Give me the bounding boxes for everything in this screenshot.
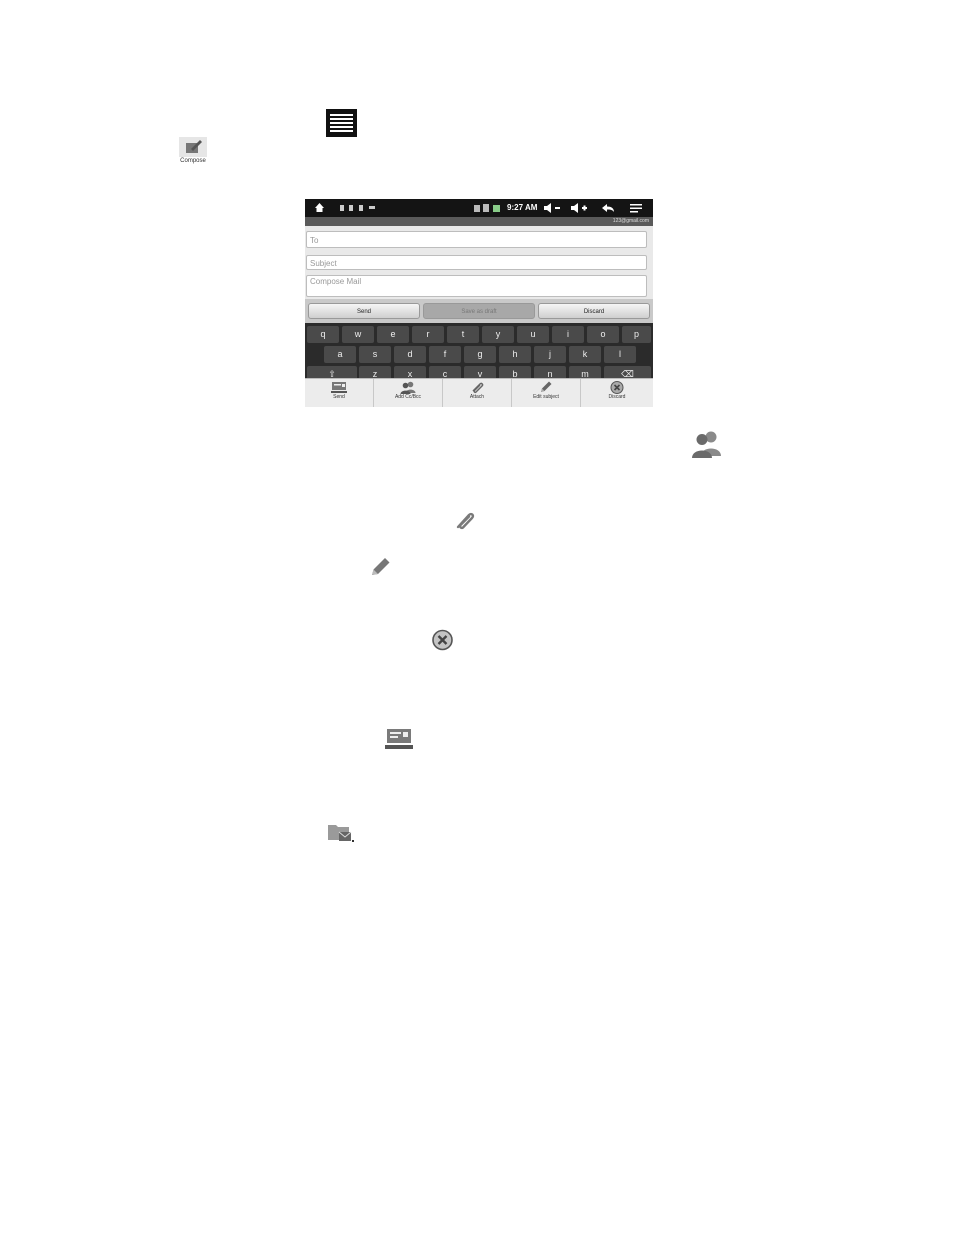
option-edit-subject-label: Edit subject — [533, 394, 559, 400]
key-j[interactable]: j — [534, 346, 566, 363]
key-p[interactable]: p — [622, 326, 651, 343]
pencil-icon — [541, 381, 552, 392]
key-g[interactable]: g — [464, 346, 496, 363]
subject-field[interactable]: Subject — [306, 255, 647, 270]
to-placeholder: To — [310, 236, 319, 245]
menu-button-icon[interactable] — [630, 204, 642, 213]
key-q[interactable]: q — [307, 326, 339, 343]
compose-label: Compose — [180, 158, 206, 164]
contacts-icon — [400, 381, 416, 394]
pencil-icon — [372, 558, 390, 575]
option-add-cc-bcc[interactable]: Add Cc/Bcc — [374, 379, 443, 407]
key-d[interactable]: d — [394, 346, 426, 363]
key-a[interactable]: a — [324, 346, 356, 363]
key-w[interactable]: w — [342, 326, 374, 343]
action-buttons-bar: Send Save as draft Discard — [305, 299, 653, 323]
key-i[interactable]: i — [552, 326, 584, 343]
key-s[interactable]: s — [359, 346, 391, 363]
key-r[interactable]: r — [412, 326, 444, 343]
key-u[interactable]: u — [517, 326, 549, 343]
key-k[interactable]: k — [569, 346, 601, 363]
key-o[interactable]: o — [587, 326, 619, 343]
signal-icons — [474, 204, 500, 212]
discard-icon — [432, 629, 453, 651]
option-add-cc-bcc-label: Add Cc/Bcc — [394, 394, 422, 400]
send-icon — [385, 729, 413, 749]
key-e[interactable]: e — [377, 326, 409, 343]
body-placeholder: Compose Mail — [310, 277, 362, 286]
option-discard[interactable]: Discard — [581, 379, 653, 407]
folder-mail-icon — [328, 825, 354, 842]
volume-down-icon[interactable] — [543, 203, 561, 213]
paperclip-icon — [472, 382, 484, 394]
option-send[interactable]: Send — [305, 379, 374, 407]
account-email: 123@gmail.com — [612, 218, 649, 224]
send-button[interactable]: Send — [308, 303, 420, 319]
compose-screenshot: 9:27 AM 123@gmail.com To Subject Compose… — [305, 199, 653, 407]
status-bar: 9:27 AM — [305, 199, 653, 217]
key-h[interactable]: h — [499, 346, 531, 363]
contacts-icon — [692, 431, 721, 458]
to-field[interactable]: To — [306, 231, 647, 248]
menu-icon — [326, 109, 357, 137]
subject-placeholder: Subject — [310, 259, 337, 268]
option-edit-subject[interactable]: Edit subject — [512, 379, 581, 407]
volume-up-icon[interactable] — [570, 203, 588, 213]
home-icon — [315, 203, 324, 212]
option-send-label: Send — [333, 394, 345, 400]
option-attach[interactable]: Attach — [443, 379, 512, 407]
option-discard-label: Discard — [608, 394, 626, 400]
back-icon[interactable] — [601, 203, 615, 213]
option-attach-label: Attach — [469, 394, 485, 400]
soft-keyboard: q w e r t y u i o p a s d f g h j k l ⇧ … — [305, 323, 653, 383]
account-bar: 123@gmail.com — [305, 217, 653, 226]
options-menu: Send Add Cc/Bcc Attach Edit subject Disc… — [305, 378, 653, 407]
save-draft-button[interactable]: Save as draft — [423, 303, 535, 319]
discard-button[interactable]: Discard — [538, 303, 650, 319]
discard-icon — [610, 381, 624, 394]
compose-icon: Compose — [177, 137, 209, 167]
key-f[interactable]: f — [429, 346, 461, 363]
send-icon — [331, 382, 347, 393]
key-l[interactable]: l — [604, 346, 636, 363]
status-time: 9:27 AM — [507, 203, 538, 212]
key-t[interactable]: t — [447, 326, 479, 343]
notification-icons — [340, 205, 375, 211]
body-field[interactable]: Compose Mail — [306, 275, 647, 297]
key-y[interactable]: y — [482, 326, 514, 343]
paperclip-icon — [456, 512, 475, 530]
